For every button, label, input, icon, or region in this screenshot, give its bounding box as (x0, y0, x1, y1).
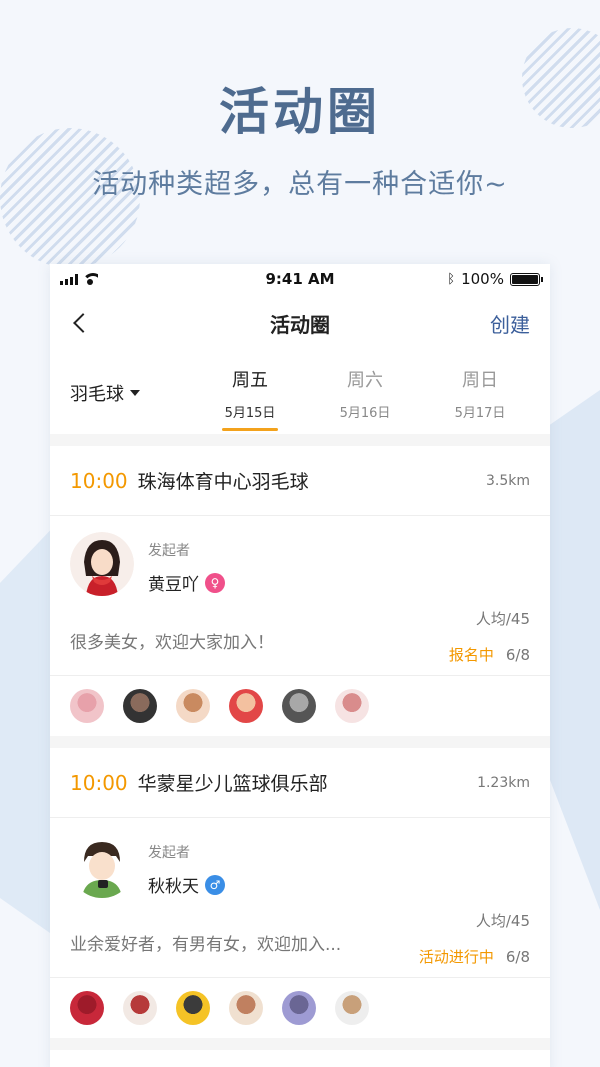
wifi-icon (82, 273, 98, 285)
host-info: 发起者黄豆吖 ♀ (70, 532, 530, 596)
caret-down-icon (130, 390, 140, 396)
member-avatar[interactable] (70, 991, 104, 1025)
activity-body: 发起者黄豆吖 ♀ 很多美女，欢迎大家加入！ 人均/45 报名中 6/8 (50, 516, 550, 676)
activity-avg-price: 人均/45 (475, 912, 530, 930)
activity-card[interactable] (50, 1050, 550, 1067)
status-badge: 活动进行中 (418, 948, 494, 966)
member-avatar[interactable] (176, 991, 210, 1025)
participant-count: 6/8 (505, 646, 530, 664)
status-time: 9:41 AM (265, 270, 335, 288)
host-info: 发起者秋秋天 ♂ (70, 834, 530, 898)
member-avatar[interactable] (229, 991, 263, 1025)
activity-header: 10:00 珠海体育中心羽毛球 3.5km (50, 446, 550, 516)
activity-name: 珠海体育中心羽毛球 (137, 471, 309, 493)
member-avatar[interactable] (123, 991, 157, 1025)
activity-status-row: 报名中 6/8 (449, 644, 530, 665)
member-avatars (50, 978, 550, 1038)
battery-icon (509, 272, 543, 286)
activity-avg-price: 人均/45 (475, 610, 530, 628)
tab-day-date: 5月17日 (454, 405, 506, 421)
activity-distance: 3.5km (485, 472, 530, 489)
member-avatars (50, 676, 550, 736)
activity-card[interactable]: 10:00 珠海体育中心羽毛球 3.5km 发起者黄豆吖 ♀ 很多美女，欢迎大家加入！ 人均… (50, 446, 550, 736)
tab-day-date: 5月16日 (339, 405, 391, 421)
sport-dropdown[interactable]: 羽毛球 (70, 380, 200, 406)
activity-header: 10:00 华蒙星少儿篮球俱乐部 1.23km (50, 748, 550, 818)
day-tabs: 周五 5月15日 周六 5月16日 周日 5月17日 (200, 366, 530, 431)
phone-screen: 9:41 AM ᛒ 100% 活动圈 创建 羽毛球 周五 5月15日 周六 5月16日… (50, 264, 550, 1067)
sport-dropdown-label: 羽毛球 (70, 384, 124, 405)
male-gender-icon: ♂ (205, 874, 225, 895)
page-title: 活动圈 (270, 312, 330, 337)
activity-time: 10:00 (70, 770, 128, 795)
member-avatar[interactable] (229, 689, 263, 723)
chevron-left-icon[interactable] (73, 313, 93, 333)
create-button[interactable]: 创建 (490, 309, 530, 338)
tab-day-0[interactable]: 周五 5月15日 (200, 366, 300, 431)
activity-time: 10:00 (70, 468, 128, 493)
activity-name: 华蒙星少儿篮球俱乐部 (137, 773, 328, 795)
tab-day-date: 5月15日 (224, 405, 276, 421)
host-name-row: 秋秋天 ♂ (148, 872, 225, 897)
tab-day-name: 周六 (347, 369, 383, 391)
hero-title: 活动圈 (219, 83, 381, 141)
activity-distance: 1.23km (477, 774, 530, 791)
signal-icon (60, 274, 78, 285)
member-avatar[interactable] (335, 689, 369, 723)
member-avatar[interactable] (123, 689, 157, 723)
participant-count: 6/8 (505, 948, 530, 966)
nav-bar: 活动圈 创建 (50, 294, 550, 352)
status-bar: 9:41 AM ᛒ 100% (50, 264, 550, 294)
host-label: 发起者 (148, 845, 190, 861)
avatar[interactable] (70, 532, 134, 596)
status-badge: 报名中 (448, 646, 494, 664)
activity-description: 很多美女，欢迎大家加入！ (70, 633, 274, 653)
activity-card[interactable]: 10:00 华蒙星少儿篮球俱乐部 1.23km 发起者秋秋天 ♂ 业余爱好者，有男有女，欢… (50, 748, 550, 1038)
member-avatar[interactable] (335, 991, 369, 1025)
member-avatar[interactable] (282, 689, 316, 723)
female-gender-icon: ♀ (205, 572, 225, 593)
host-name: 秋秋天 (148, 877, 199, 897)
battery-percent: 100% (461, 270, 504, 288)
member-avatar[interactable] (70, 689, 104, 723)
host-name: 黄豆吖 (148, 575, 199, 595)
activity-list: 10:00 珠海体育中心羽毛球 3.5km 发起者 黄豆吖 ♀ 很多美女，欢迎大家加入！ 人均… (50, 446, 550, 1067)
activity-status-row: 活动进行中 6/8 (419, 946, 530, 967)
tab-day-2[interactable]: 周日 5月17日 (430, 366, 530, 421)
activity-body: 发起者秋秋天 ♂ 业余爱好者，有男有女，欢迎加入... 人均/45 活动进行中 6/8 (50, 818, 550, 978)
tab-day-1[interactable]: 周六 5月16日 (315, 366, 415, 421)
tab-day-name: 周五 (232, 369, 268, 391)
host-label: 发起者 (148, 543, 190, 559)
bluetooth-icon: ᛒ (447, 271, 456, 287)
filter-bar: 羽毛球 周五 5月15日 周六 5月16日 周日 5月17日 (50, 352, 550, 434)
hero-subtitle: 活动种类超多，总有一种合适你~ (92, 169, 508, 200)
member-avatar[interactable] (176, 689, 210, 723)
member-avatar[interactable] (282, 991, 316, 1025)
tab-day-name: 周日 (462, 369, 498, 391)
activity-description: 业余爱好者，有男有女，欢迎加入... (70, 935, 342, 955)
host-name-row: 黄豆吖 ♀ (148, 570, 225, 595)
avatar[interactable] (70, 834, 134, 898)
